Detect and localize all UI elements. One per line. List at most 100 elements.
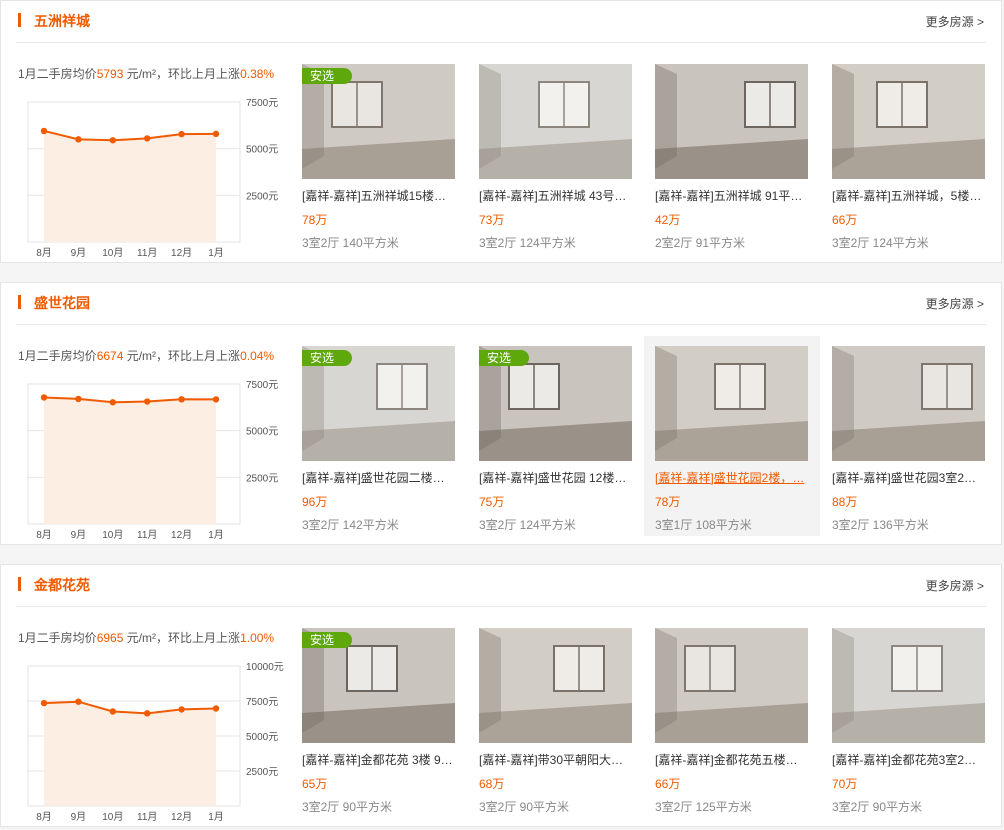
title-accent-bar [18, 577, 21, 591]
price-trend-chart: 10000元 7500元 5000元 2500元 8月 9月 10月 11月 12月 1月 [27, 662, 284, 822]
listing-photo-frame[interactable]: 安选 [302, 64, 455, 179]
listing-photo-frame[interactable] [655, 346, 808, 461]
title-accent-bar [18, 13, 21, 27]
y-tick-label: 10000元 [246, 662, 284, 673]
more-listings-link[interactable]: 更多房源 > [926, 577, 984, 594]
data-point [178, 396, 185, 403]
x-tick-label: 9月 [71, 247, 87, 258]
listing-card[interactable]: [嘉祥-嘉祥]五洲祥城，5楼… 66万 3室2厅 124平方米 [821, 54, 997, 254]
data-point [109, 399, 117, 406]
listing-photo-frame[interactable] [655, 64, 808, 179]
listing-spec: 3室2厅 136平方米 [832, 518, 929, 532]
x-tick-label: 11月 [137, 247, 157, 258]
section-header: 金都花苑 更多房源 > [16, 565, 986, 607]
data-point [40, 699, 48, 707]
listing-title[interactable]: [嘉祥-嘉祥]盛世花园3室2… [832, 469, 985, 486]
listing-title[interactable]: [嘉祥-嘉祥]金都花苑 3楼 9… [302, 751, 455, 768]
community-section: 金都花苑 更多房源 > 1月二手房均价6965 元/m²，环比上月上涨1.00% 10… [0, 564, 1002, 827]
listing-spec: 3室2厅 90平方米 [479, 800, 570, 814]
more-listings-link[interactable]: 更多房源 > [926, 13, 984, 30]
listing-title[interactable]: [嘉祥-嘉祥]盛世花园 12楼… [479, 469, 632, 486]
community-title[interactable]: 金都花苑 [34, 575, 90, 595]
x-tick-label: 1月 [208, 247, 224, 258]
x-tick-label: 10月 [102, 247, 123, 258]
listing-photo-frame[interactable] [832, 64, 985, 179]
listing-photo-frame[interactable]: 安选 [302, 628, 455, 743]
listing-photo [655, 628, 808, 743]
y-tick-label: 7500元 [246, 380, 278, 391]
avg-price-summary: 1月二手房均价5793 元/m²，环比上月上涨0.38% [18, 65, 274, 82]
price-change-percent: 0.04% [240, 349, 275, 363]
avg-price-value: 6674 [96, 349, 124, 363]
price-trend-chart: 7500元 5000元 2500元 8月 9月 10月 11月 12月 1月 [27, 98, 278, 258]
listing-card[interactable]: [嘉祥-嘉祥]五洲祥城 91平… 42万 2室2厅 91平方米 [644, 54, 820, 254]
data-point [212, 705, 220, 712]
listing-spec: 3室2厅 90平方米 [302, 800, 393, 814]
listing-card[interactable]: [嘉祥-嘉祥]带30平朝阳大… 68万 3室2厅 90平方米 [468, 618, 644, 818]
listing-photo [655, 64, 808, 179]
listing-title[interactable]: [嘉祥-嘉祥]五洲祥城 43号… [479, 187, 632, 204]
listing-card[interactable]: 安选 [嘉祥-嘉祥]盛世花园 12楼… 75万 3室2厅 124平方米 [468, 336, 644, 536]
listing-spec: 3室2厅 140平方米 [302, 236, 399, 250]
avg-price-value: 6965 [96, 631, 124, 645]
listing-card[interactable]: [嘉祥-嘉祥]盛世花园3室2… 88万 3室2厅 136平方米 [821, 336, 997, 536]
data-point [178, 130, 185, 138]
listing-card[interactable]: [嘉祥-嘉祥]金都花苑五楼… 66万 3室2厅 125平方米 [644, 618, 820, 818]
listing-price: 88万 [832, 495, 858, 509]
listing-photo-frame[interactable] [832, 346, 985, 461]
listing-title[interactable]: [嘉祥-嘉祥]带30平朝阳大… [479, 751, 632, 768]
listing-spec: 3室1厅 108平方米 [655, 518, 752, 532]
listing-spec: 3室2厅 90平方米 [832, 800, 923, 814]
listing-card[interactable]: 安选 [嘉祥-嘉祥]五洲祥城15楼… 78万 3室2厅 140平方米 [291, 54, 467, 254]
community-title[interactable]: 五洲祥城 [34, 11, 90, 31]
listing-photo-frame[interactable] [479, 64, 632, 179]
data-point [40, 394, 48, 401]
listing-title[interactable]: [嘉祥-嘉祥]盛世花园二楼… [302, 469, 455, 486]
x-tick-label: 11月 [137, 529, 157, 540]
listing-photo-frame[interactable]: 安选 [479, 346, 632, 461]
listing-photo [832, 64, 985, 179]
listing-title[interactable]: [嘉祥-嘉祥]金都花苑3室2… [832, 751, 985, 768]
x-tick-label: 9月 [71, 811, 87, 822]
series-area [44, 397, 216, 524]
y-tick-label: 5000元 [246, 732, 278, 743]
data-point [75, 698, 82, 705]
listing-card[interactable]: [嘉祥-嘉祥]五洲祥城 43号… 73万 3室2厅 124平方米 [468, 54, 644, 254]
listing-photo-frame[interactable]: 安选 [302, 346, 455, 461]
listing-photo-frame[interactable] [832, 628, 985, 743]
x-tick-label: 12月 [171, 529, 192, 540]
data-point [178, 706, 185, 713]
community-section: 五洲祥城 更多房源 > 1月二手房均价5793 元/m²，环比上月上涨0.38% 75… [0, 0, 1002, 263]
listing-card[interactable]: 安选 [嘉祥-嘉祥]盛世花园二楼… 96万 3室2厅 142平方米 [291, 336, 467, 536]
x-tick-label: 8月 [36, 529, 52, 540]
price-chart-container: 7500元 5000元 2500元 8月 9月 10月 11月 12月 1月 [16, 88, 288, 258]
listing-title[interactable]: [嘉祥-嘉祥]五洲祥城 91平… [655, 187, 808, 204]
y-tick-label: 7500元 [246, 697, 278, 708]
price-trend-chart: 7500元 5000元 2500元 8月 9月 10月 11月 12月 1月 [27, 380, 278, 540]
price-unit: 元/m²，环比上月上涨 [123, 67, 241, 81]
y-tick-label: 7500元 [246, 98, 278, 109]
listing-title[interactable]: [嘉祥-嘉祥]五洲祥城，5楼… [832, 187, 985, 204]
listing-spec: 3室2厅 142平方米 [302, 518, 399, 532]
data-point [109, 137, 117, 144]
community-title[interactable]: 盛世花园 [34, 293, 90, 313]
price-prefix: 1月二手房均价 [18, 349, 97, 363]
listing-photo-frame[interactable] [479, 628, 632, 743]
listing-photo [832, 628, 985, 743]
anxuan-badge: 安选 [302, 632, 353, 648]
listing-spec: 3室2厅 125平方米 [655, 800, 752, 814]
avg-price-summary: 1月二手房均价6674 元/m²，环比上月上涨0.04% [18, 347, 274, 364]
y-tick-label: 5000元 [246, 145, 278, 156]
listing-card[interactable]: [嘉祥-嘉祥]盛世花园2楼，… 78万 3室1厅 108平方米 [644, 336, 820, 536]
listing-title[interactable]: [嘉祥-嘉祥]盛世花园2楼，… [655, 469, 808, 486]
listing-title[interactable]: [嘉祥-嘉祥]金都花苑五楼… [655, 751, 808, 768]
anxuan-badge: 安选 [302, 350, 353, 366]
listing-title[interactable]: [嘉祥-嘉祥]五洲祥城15楼… [302, 187, 455, 204]
listing-card[interactable]: [嘉祥-嘉祥]金都花苑3室2… 70万 3室2厅 90平方米 [821, 618, 997, 818]
x-tick-label: 1月 [208, 529, 224, 540]
price-chart-container: 7500元 5000元 2500元 8月 9月 10月 11月 12月 1月 [16, 370, 288, 540]
listing-card[interactable]: 安选 [嘉祥-嘉祥]金都花苑 3楼 9… 65万 3室2厅 90平方米 [291, 618, 467, 818]
listing-photo-frame[interactable] [655, 628, 808, 743]
listing-spec: 3室2厅 124平方米 [479, 518, 576, 532]
more-listings-link[interactable]: 更多房源 > [926, 295, 984, 312]
